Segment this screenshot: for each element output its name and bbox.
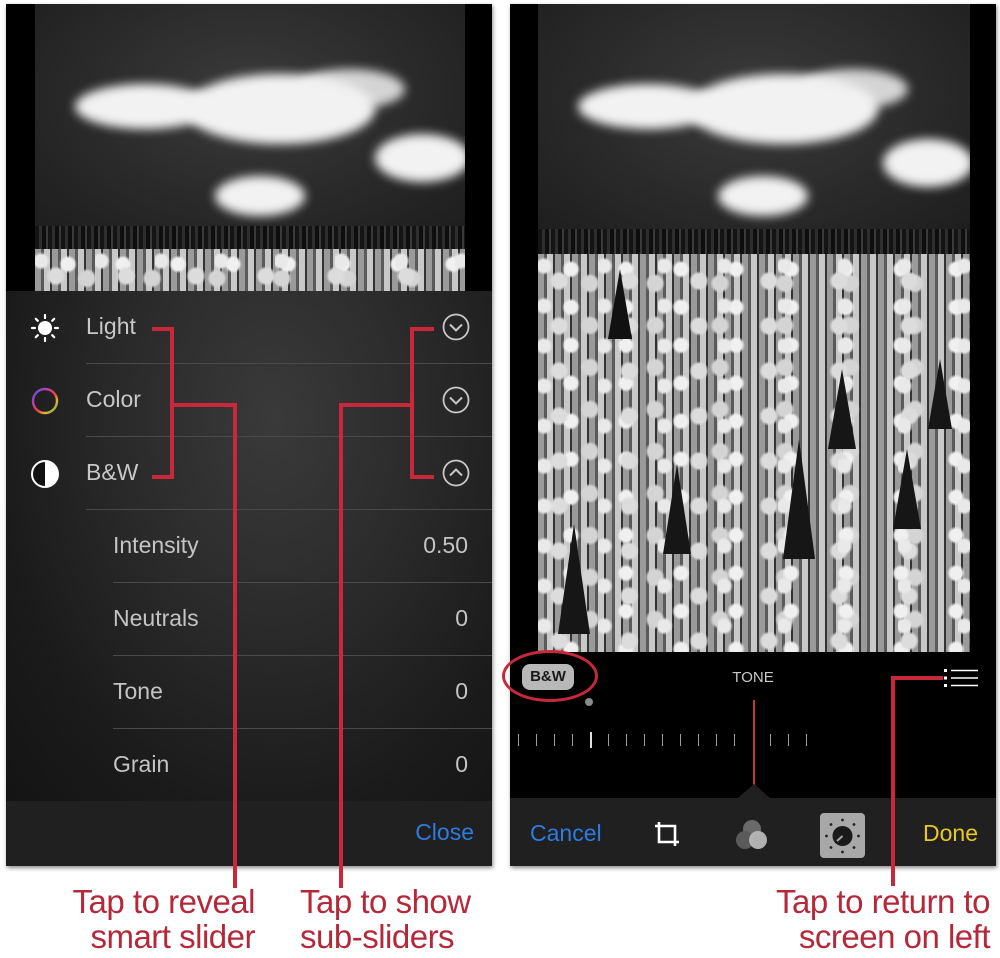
adjustment-row-bw[interactable]: B&W — [6, 437, 492, 510]
callout-line — [410, 475, 434, 479]
slider-position-indicator — [753, 700, 755, 790]
adjustment-label: B&W — [86, 459, 139, 485]
done-button[interactable]: Done — [923, 820, 978, 847]
sub-slider-label: Grain — [113, 751, 170, 777]
slider-tick — [788, 734, 789, 746]
slider-tick — [662, 734, 663, 746]
chevron-down-icon[interactable] — [442, 313, 470, 341]
sub-slider-grain[interactable]: Grain 0 — [6, 729, 492, 802]
callout-line — [152, 475, 174, 479]
slider-tick — [716, 734, 717, 746]
callout-show-sub-sliders: Tap to show sub-sliders — [300, 883, 471, 955]
sub-slider-label: Tone — [113, 678, 163, 704]
slider-tick — [734, 734, 735, 746]
sub-slider-label: Intensity — [113, 532, 199, 558]
callout-line — [339, 403, 343, 888]
adjustment-label: Light — [86, 313, 136, 339]
sub-slider-label: Neutrals — [113, 605, 199, 631]
half-circle-icon — [31, 460, 59, 488]
toolbar-notch — [738, 784, 770, 798]
color-wheel-icon — [31, 387, 59, 415]
list-icon[interactable] — [944, 668, 978, 688]
filters-icon[interactable] — [734, 818, 770, 852]
sun-icon — [30, 313, 60, 343]
callout-return-to-left: Tap to return to screen on left — [776, 883, 990, 955]
sub-slider-neutrals[interactable]: Neutrals 0 — [6, 583, 492, 656]
chevron-up-icon[interactable] — [442, 459, 470, 487]
photo-preview — [35, 4, 465, 291]
slider-tick — [518, 734, 519, 746]
sub-slider-tone[interactable]: Tone 0 — [6, 656, 492, 729]
sub-slider-intensity[interactable]: Intensity 0.50 — [6, 510, 492, 583]
photo-preview — [538, 4, 970, 652]
sub-slider-value: 0 — [455, 751, 468, 777]
sub-slider-value: 0 — [455, 678, 468, 704]
crop-icon[interactable] — [653, 820, 681, 848]
adjustment-label: Color — [86, 386, 141, 412]
callout-line — [339, 403, 414, 407]
adjust-button[interactable] — [820, 813, 865, 858]
cancel-button[interactable]: Cancel — [530, 820, 602, 847]
slider-tick — [590, 732, 592, 748]
slider-tick — [626, 734, 627, 746]
edit-toolbar: Cancel Done — [510, 798, 996, 866]
sub-slider-value: 0.50 — [423, 532, 468, 558]
slider-tick — [680, 734, 681, 746]
slider-tick — [644, 734, 645, 746]
adjustments-list: Light Color B&W Intensity 0.50 Neutrals … — [6, 291, 492, 801]
callout-line — [891, 676, 895, 886]
callout-line — [170, 403, 237, 407]
dial-icon — [825, 818, 860, 854]
callout-line — [891, 676, 943, 680]
slider-tick — [698, 734, 699, 746]
slider-tick — [770, 734, 771, 746]
bw-badge-highlight-ring — [502, 650, 598, 702]
slider-tick — [554, 734, 555, 746]
callout-reveal-smart-slider: Tap to reveal smart slider — [72, 883, 256, 955]
callout-line — [233, 403, 237, 888]
slider-tick — [536, 734, 537, 746]
close-button[interactable]: Close — [415, 819, 474, 846]
slider-tick — [806, 734, 807, 746]
sub-slider-value: 0 — [455, 605, 468, 631]
photo-edit-screen: B&W TONE Cancel Done — [510, 4, 996, 866]
slider-tick — [572, 734, 573, 746]
bottom-bar: Close — [6, 801, 492, 866]
adjustments-screen: Light Color B&W Intensity 0.50 Neutrals … — [6, 4, 492, 866]
indicator-dot — [585, 698, 593, 706]
slider-tick — [608, 734, 609, 746]
chevron-down-icon[interactable] — [442, 386, 470, 414]
adjustment-row-color[interactable]: Color — [6, 364, 492, 437]
